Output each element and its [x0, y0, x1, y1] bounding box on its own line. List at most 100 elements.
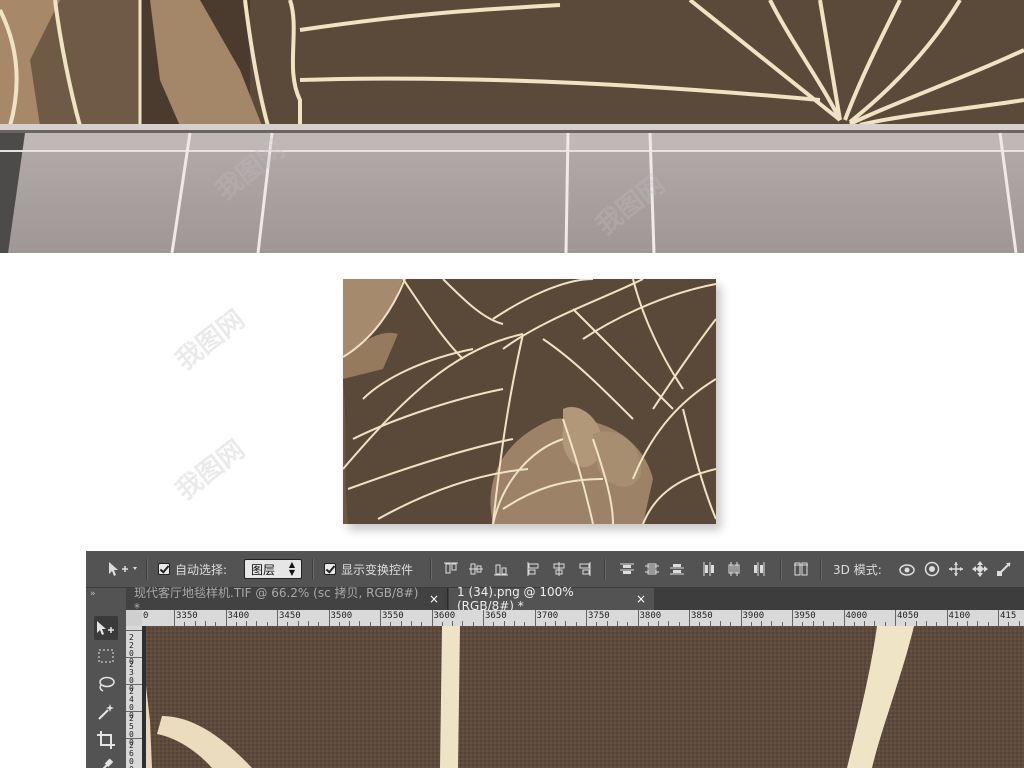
tab-close-icon[interactable]: × — [429, 592, 439, 606]
options-bar: 自动选择: 图层 ▲ ▼ 显示变换控件 3D 模式: — [86, 551, 1024, 588]
ruler-label: 4050 — [897, 611, 919, 621]
ruler-label: 3800 — [639, 611, 662, 621]
align-right-icon[interactable] — [577, 562, 591, 576]
ruler-label: 3550 — [382, 611, 404, 621]
watermark-text: 我图网 — [170, 434, 251, 507]
auto-align-layers-icon[interactable] — [794, 562, 808, 576]
ruler-tick — [126, 657, 142, 658]
distribute-top-icon[interactable] — [620, 562, 634, 576]
document-canvas[interactable] — [142, 626, 1024, 768]
divider — [780, 559, 782, 579]
ruler-tick — [637, 610, 639, 626]
move-tool-icon[interactable] — [94, 616, 118, 640]
layer-dropdown-value: 图层 — [251, 562, 276, 577]
zoomed-rug-texture — [142, 626, 1024, 768]
tab-close-icon[interactable]: × — [636, 592, 646, 606]
3d-slide-icon[interactable] — [972, 561, 988, 577]
tools-panel: » — [86, 588, 127, 768]
crop-tool-icon[interactable] — [94, 728, 118, 752]
ruler-tick — [277, 610, 278, 626]
ruler-label: 3500 — [330, 611, 353, 621]
3d-rotate-icon[interactable] — [898, 561, 915, 576]
ruler-tick — [843, 610, 845, 626]
ruler-label: 3350 — [176, 611, 198, 621]
document-tab-bar: 现代客厅地毯样机.TIF @ 66.2% (sc 拷贝, RGB/8#) * ×… — [126, 585, 1024, 615]
ruler-tick — [328, 610, 330, 626]
divider — [604, 559, 606, 579]
align-horizontal-center-icon[interactable] — [552, 562, 566, 576]
ruler-label: 3650 — [485, 611, 507, 621]
align-left-icon[interactable] — [527, 562, 541, 576]
dropdown-arrows-icon: ▲ ▼ — [288, 560, 295, 577]
ruler-tick — [126, 684, 142, 685]
leaf-pattern-rug — [343, 279, 716, 524]
eyedropper-icon[interactable] — [94, 754, 118, 768]
tab-document-1[interactable]: 现代客厅地毯样机.TIF @ 66.2% (sc 拷贝, RGB/8#) * × — [126, 586, 448, 615]
show-transform-label: 显示变换控件 — [341, 562, 414, 577]
ruler-tick — [174, 610, 175, 626]
ruler-label: 3450 — [279, 611, 301, 621]
3d-pan-icon[interactable] — [948, 561, 963, 576]
ruler-label: 3850 — [691, 611, 713, 621]
ruler-label: 0 — [143, 611, 149, 621]
photoshop-window: 自动选择: 图层 ▲ ▼ 显示变换控件 3D 模式: » 现代客厅地毯样机.TI… — [86, 551, 1024, 768]
top-mockup-photo — [0, 0, 1024, 253]
collapse-panel-icon[interactable]: » — [90, 589, 96, 599]
ruler-label: 3900 — [742, 611, 765, 621]
lasso-tool-icon[interactable] — [94, 672, 118, 696]
ruler-label: 3950 — [794, 611, 816, 621]
move-tool-preset-icon[interactable] — [108, 551, 138, 587]
align-top-icon[interactable] — [444, 562, 458, 576]
show-transform-checkbox-group[interactable]: 显示变换控件 — [324, 551, 413, 587]
ruler-label: 3750 — [588, 611, 610, 621]
divider — [430, 559, 432, 579]
auto-select-label: 自动选择: — [175, 562, 228, 577]
ruler-tick — [126, 630, 142, 631]
ruler-tick — [483, 610, 484, 626]
3d-roll-icon[interactable] — [924, 561, 940, 577]
ruler-tick — [225, 610, 227, 626]
divider — [146, 559, 148, 579]
horizontal-ruler[interactable]: 0 3350 3400 3450 3500 3550 3600 3650 3700 3750 38… — [142, 610, 1024, 627]
ruler-tick — [946, 610, 948, 626]
show-transform-checkbox[interactable] — [324, 563, 336, 575]
ruler-tick — [586, 610, 587, 626]
tab-document-2-active[interactable]: 1 (34).png @ 100%(RGB/8#) * × — [449, 585, 654, 613]
ruler-tick — [689, 610, 690, 626]
ruler-origin[interactable] — [126, 610, 143, 627]
marquee-tool-icon[interactable] — [94, 644, 118, 668]
ruler-tick — [998, 610, 999, 626]
auto-select-checkbox-group[interactable]: 自动选择: — [158, 551, 227, 587]
auto-select-checkbox[interactable] — [158, 563, 170, 575]
ruler-label: 4000 — [845, 611, 868, 621]
align-vertical-center-icon[interactable] — [469, 562, 483, 576]
watermark-text: 我图网 — [170, 304, 251, 377]
align-bottom-icon[interactable] — [494, 562, 508, 576]
ruler-label: 3600 — [433, 611, 456, 621]
ruler-tick — [534, 610, 536, 626]
distribute-left-icon[interactable] — [702, 562, 716, 576]
ruler-tick — [126, 711, 142, 712]
divider — [312, 559, 314, 579]
distribute-vertical-center-icon[interactable] — [645, 562, 659, 576]
3d-scale-icon[interactable] — [996, 561, 1011, 576]
divider — [820, 559, 822, 579]
ruler-label: 3400 — [227, 611, 250, 621]
ruler-tick — [895, 610, 896, 626]
distribute-bottom-icon[interactable] — [670, 562, 684, 576]
distribute-horizontal-center-icon[interactable] — [727, 562, 741, 576]
tab-title: 1 (34).png @ 100%(RGB/8#) * — [457, 585, 574, 613]
ruler-tick — [431, 610, 433, 626]
distribute-right-icon[interactable] — [752, 562, 766, 576]
vertical-ruler[interactable]: 22002300240025002600 — [126, 626, 143, 768]
magic-wand-icon[interactable] — [94, 700, 118, 724]
rug-floor-illustration — [0, 0, 1024, 253]
ruler-tick — [380, 610, 381, 626]
ruler-label: 415 — [1000, 611, 1017, 621]
3d-mode-label: 3D 模式: — [833, 562, 882, 577]
ruler-tick — [792, 610, 793, 626]
rug-design-preview — [343, 279, 716, 524]
ruler-tick — [126, 738, 142, 739]
layer-dropdown[interactable]: 图层 ▲ ▼ — [244, 559, 302, 579]
ruler-label: 4100 — [948, 611, 971, 621]
